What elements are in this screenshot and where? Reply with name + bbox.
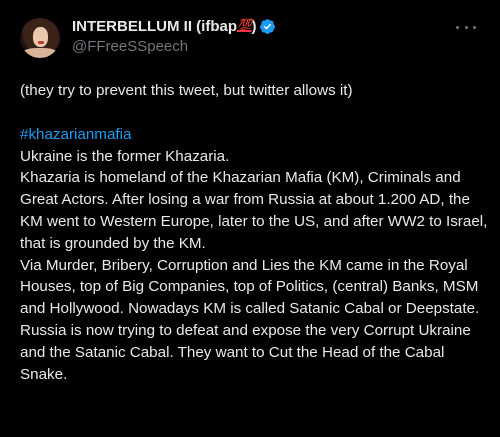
- tweet-line: Ukraine is the former Khazaria.: [20, 147, 230, 165]
- more-dot: [456, 25, 459, 29]
- avatar-face: [33, 27, 48, 47]
- display-name-row[interactable]: INTERBELLUM II (ifbap 💯 ): [72, 16, 276, 36]
- display-name[interactable]: INTERBELLUM II (ifbap: [72, 18, 237, 35]
- avatar-shoulder: [22, 48, 58, 58]
- hundred-points-emoji-icon: 💯: [237, 18, 252, 32]
- tweet-header: INTERBELLUM II (ifbap 💯 ) @FFreeSSpeech: [20, 12, 484, 68]
- author-info: INTERBELLUM II (ifbap 💯 ) @FFreeSSpeech: [72, 16, 276, 55]
- hashtag-link[interactable]: #khazarianmafia: [20, 126, 131, 143]
- verified-badge-icon[interactable]: [259, 18, 276, 35]
- display-name-close: ): [251, 17, 257, 35]
- tweet-card: INTERBELLUM II (ifbap 💯 ) @FFreeSSpeech …: [0, 0, 500, 437]
- tweet-text: (they try to prevent this tweet, but twi…: [20, 80, 490, 385]
- more-dot: [464, 25, 468, 29]
- tweet-line: Via Murder, Bribery, Corruption and Lies…: [20, 256, 480, 318]
- tweet-intro: (they try to prevent this tweet, but twi…: [20, 82, 353, 99]
- avatar[interactable]: [20, 18, 60, 58]
- more-horizontal-icon[interactable]: [456, 20, 476, 34]
- tweet-line: Khazaria is homeland of the Khazarian Ma…: [20, 169, 488, 252]
- avatar-lips: [38, 41, 44, 44]
- more-dot: [473, 25, 476, 29]
- tweet-line: Russia is now trying to defeat and expos…: [20, 321, 471, 383]
- author-handle[interactable]: @FFreeSSpeech: [72, 38, 276, 55]
